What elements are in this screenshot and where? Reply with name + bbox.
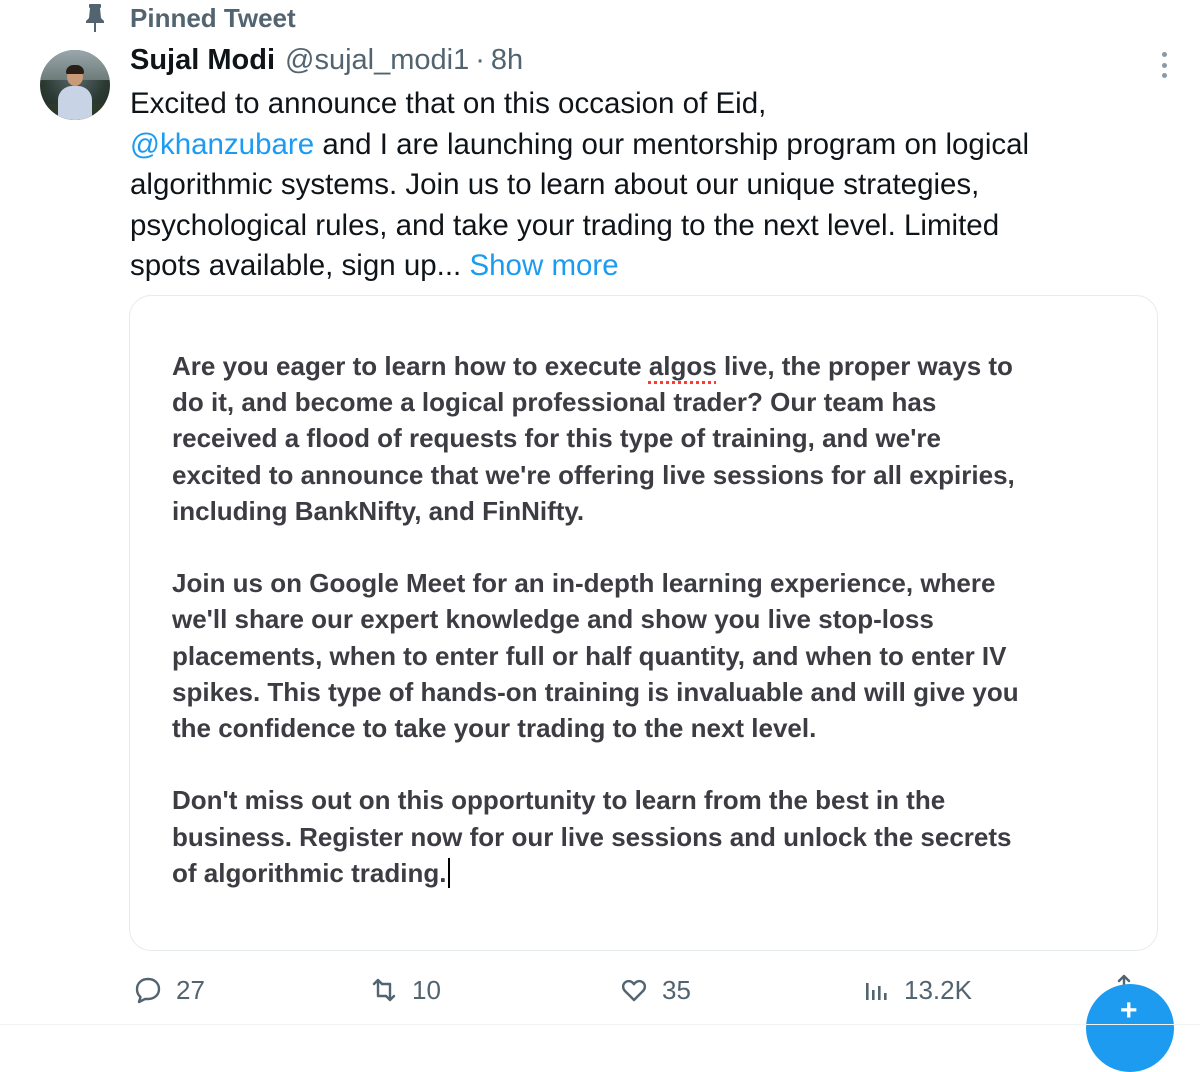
tweet-text-segment: Excited to announce that on this occasio…	[130, 87, 767, 120]
retweet-count: 10	[412, 974, 441, 1005]
retweet-icon	[372, 978, 396, 1002]
media-text-line: Join us on Google Meet for an in-depth l…	[172, 568, 996, 599]
compose-button[interactable]: +	[1086, 984, 1174, 1072]
tweet-text-segment: psychological rules, and take your tradi…	[130, 208, 1000, 242]
media-paragraph-3: Don't miss out on this opportunity to le…	[172, 782, 1132, 891]
media-text-line: of algorithmic trading.	[172, 855, 1132, 891]
like-count: 35	[662, 974, 691, 1005]
reply-count: 27	[176, 974, 205, 1005]
media-image-card[interactable]: Are you eager to learn how to execute al…	[129, 295, 1158, 951]
tweet-text-line: algorithmic systems. Join us to learn ab…	[130, 165, 1140, 206]
media-paragraph-2: Join us on Google Meet for an in-depth l…	[172, 565, 1132, 746]
media-text-line: spikes. This type of hands-on training i…	[172, 676, 1019, 707]
media-text-line: the confidence to take your trading to t…	[172, 713, 817, 744]
media-text-line: Don't miss out on this opportunity to le…	[172, 785, 946, 816]
header-separator: ·	[475, 44, 485, 76]
media-text-line: do it, and become a logical professional…	[172, 387, 937, 418]
tweet-text-line: spots available, sign up... Show more	[130, 246, 1140, 287]
mention-link[interactable]: @khanzubare	[130, 128, 314, 161]
tweet-text-segment: algorithmic systems. Join us to learn ab…	[130, 168, 980, 201]
tweet-text: Excited to announce that on this occasio…	[130, 84, 1140, 287]
tweet-text-line: @khanzubare and I are launching our ment…	[130, 125, 1140, 166]
pinned-tweet-indicator: Pinned Tweet	[84, 0, 296, 36]
author-handle[interactable]: @sujal_modi1	[285, 44, 469, 77]
tweet-text-line: psychological rules, and take your tradi…	[130, 206, 1140, 247]
text-cursor	[448, 857, 451, 888]
views-button[interactable]: 13.2K	[862, 970, 972, 1010]
retweet-button[interactable]: 10	[370, 970, 441, 1010]
media-text-line: Are you eager to learn how to execute al…	[172, 351, 1013, 381]
tweet-text-segment: spots available, sign up...	[130, 249, 470, 282]
reply-button[interactable]: 27	[134, 970, 205, 1010]
media-text-line: excited to announce that we're offering …	[172, 459, 1015, 490]
media-text-line: received a flood of requests for this ty…	[172, 423, 941, 454]
reply-icon	[135, 977, 161, 1004]
tweet-actions: 27 10 35 13.2K	[134, 970, 1134, 1010]
show-more-link[interactable]: Show more	[469, 249, 618, 282]
author-name[interactable]: Sujal Modi	[130, 44, 275, 77]
tweet-header: Sujal Modi @sujal_modi1 · 8h	[130, 44, 523, 84]
views-icon	[866, 983, 887, 1000]
tweet-text-line: Excited to announce that on this occasio…	[130, 84, 1140, 125]
timestamp[interactable]: 8h	[491, 44, 523, 77]
media-text-line: placements, when to enter full or half q…	[172, 640, 1007, 671]
pin-icon	[86, 4, 104, 32]
views-count: 13.2K	[904, 974, 972, 1005]
media-text-line: including BankNifty, and FinNifty.	[172, 495, 585, 526]
divider	[0, 1024, 1200, 1025]
misspelled-word: algos	[648, 351, 717, 381]
media-text-block: Are you eager to learn how to execute al…	[172, 348, 1132, 927]
avatar[interactable]	[40, 50, 110, 120]
media-paragraph-1: Are you eager to learn how to execute al…	[172, 348, 1132, 529]
like-button[interactable]: 35	[620, 970, 691, 1010]
tweet-text-segment: and I are launching our mentorship progr…	[314, 127, 1030, 161]
plus-icon: +	[1120, 994, 1138, 1027]
media-text-line: we'll share our expert knowledge and sho…	[172, 604, 934, 635]
media-text-line: business. Register now for our live sess…	[172, 821, 1012, 852]
heart-icon	[621, 979, 647, 1002]
pinned-label: Pinned Tweet	[130, 2, 296, 33]
more-options-icon[interactable]	[1152, 48, 1176, 82]
